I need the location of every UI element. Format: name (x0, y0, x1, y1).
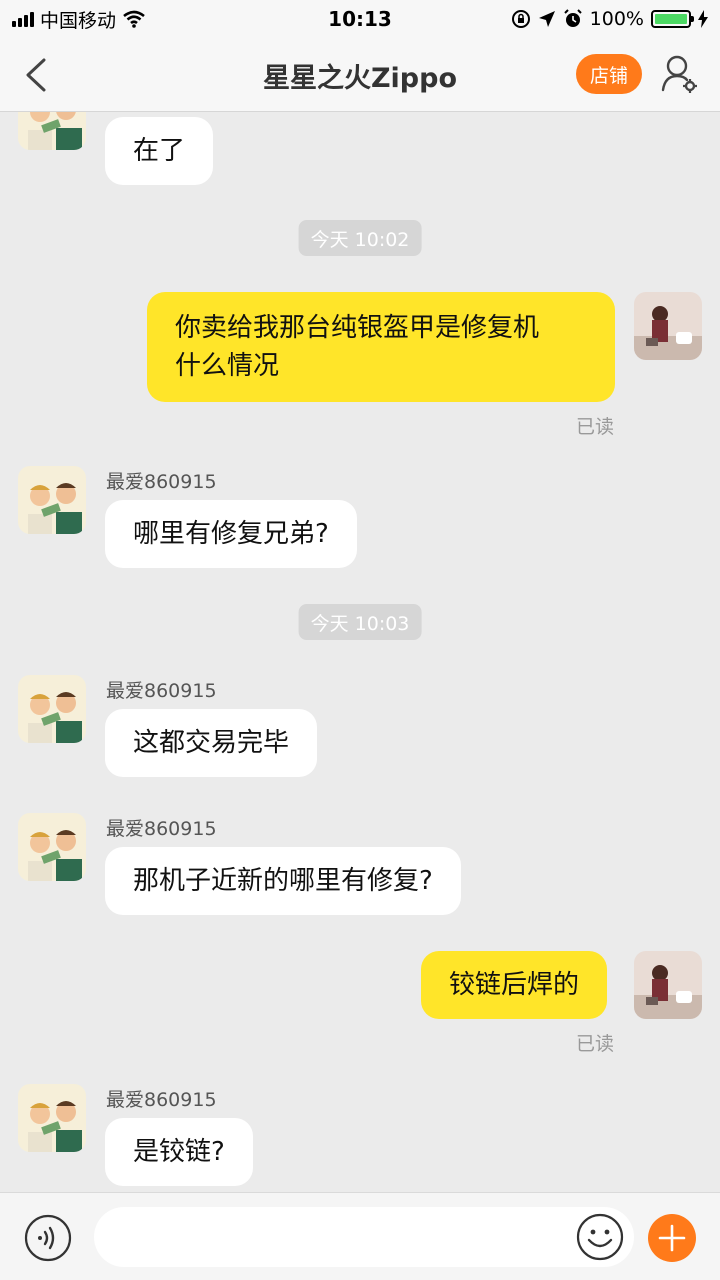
charging-icon (698, 10, 708, 28)
message-bubble-incoming[interactable]: 在了 (105, 117, 214, 185)
alarm-icon (563, 9, 582, 27)
message-bubble-outgoing[interactable]: 铰链后焊的 (421, 951, 608, 1019)
my-avatar-image (634, 292, 702, 360)
my-avatar[interactable] (634, 292, 702, 360)
rotation-lock-icon (511, 10, 530, 28)
add-attachment-icon[interactable] (648, 1214, 696, 1262)
battery-icon (651, 10, 694, 28)
read-receipt: 已读 (575, 416, 614, 438)
seller-avatar-image (18, 112, 86, 150)
status-bar: 中国移动 10:13 100% (0, 0, 720, 38)
sender-name: 最爱860915 (106, 1089, 217, 1111)
input-bar (0, 1192, 720, 1280)
battery-percent: 100% (589, 8, 644, 30)
message-bubble-incoming[interactable]: 那机子近新的哪里有修复? (105, 847, 461, 915)
sender-name: 最爱860915 (106, 680, 217, 702)
seller-avatar[interactable] (18, 1084, 86, 1152)
timestamp-pill: 今天 10:02 (298, 220, 422, 256)
message-bubble-outgoing[interactable]: 你卖给我那台纯银盔甲是修复机 什么情况 (147, 292, 615, 402)
seller-avatar[interactable] (18, 813, 86, 881)
message-input[interactable] (94, 1207, 634, 1267)
timestamp-pill: 今天 10:03 (298, 604, 422, 640)
seller-avatar-image (18, 813, 86, 881)
wifi-icon (123, 10, 145, 28)
carrier-name: 中国移动 (40, 9, 117, 32)
voice-input-icon[interactable] (24, 1214, 72, 1262)
status-right: 100% (511, 8, 708, 30)
location-icon (538, 11, 555, 27)
seller-avatar[interactable] (18, 675, 86, 743)
user-settings-icon[interactable] (660, 54, 698, 94)
message-text: 哪里有修复兄弟? (133, 519, 329, 549)
message-bubble-incoming[interactable]: 是铰链? (105, 1118, 253, 1186)
message-bubble-incoming[interactable]: 这都交易完毕 (105, 709, 318, 777)
seller-avatar[interactable] (18, 466, 86, 534)
message-text: 那机子近新的哪里有修复? (133, 866, 433, 896)
message-text: 这都交易完毕 (133, 728, 290, 758)
sender-name: 最爱860915 (106, 818, 217, 840)
seller-avatar[interactable] (18, 112, 86, 150)
message-text: 在了 (133, 136, 186, 166)
sender-name: 最爱860915 (106, 471, 217, 493)
signal-icon (12, 11, 34, 27)
seller-avatar-image (18, 466, 86, 534)
seller-avatar-image (18, 1084, 86, 1152)
read-receipt: 已读 (575, 1033, 614, 1055)
my-avatar[interactable] (634, 951, 702, 1019)
message-text-line-1: 你卖给我那台纯银盔甲是修复机 (175, 313, 540, 343)
my-avatar-image (634, 951, 702, 1019)
emoji-icon[interactable] (576, 1213, 624, 1261)
message-text: 铰链后焊的 (449, 970, 580, 1000)
nav-bar: 星星之火Zippo 店铺 (0, 38, 720, 112)
status-left: 中国移动 (12, 6, 146, 33)
shop-button[interactable]: 店铺 (576, 54, 642, 94)
message-bubble-incoming[interactable]: 哪里有修复兄弟? (105, 500, 357, 568)
chat-area[interactable]: 在了 今天 10:02 你卖给我那台纯银盔甲是修复机 什么情况 已读 最爱860… (0, 112, 720, 1192)
seller-avatar-image (18, 675, 86, 743)
message-text-line-2: 什么情况 (175, 351, 280, 381)
message-text: 是铰链? (133, 1137, 225, 1167)
